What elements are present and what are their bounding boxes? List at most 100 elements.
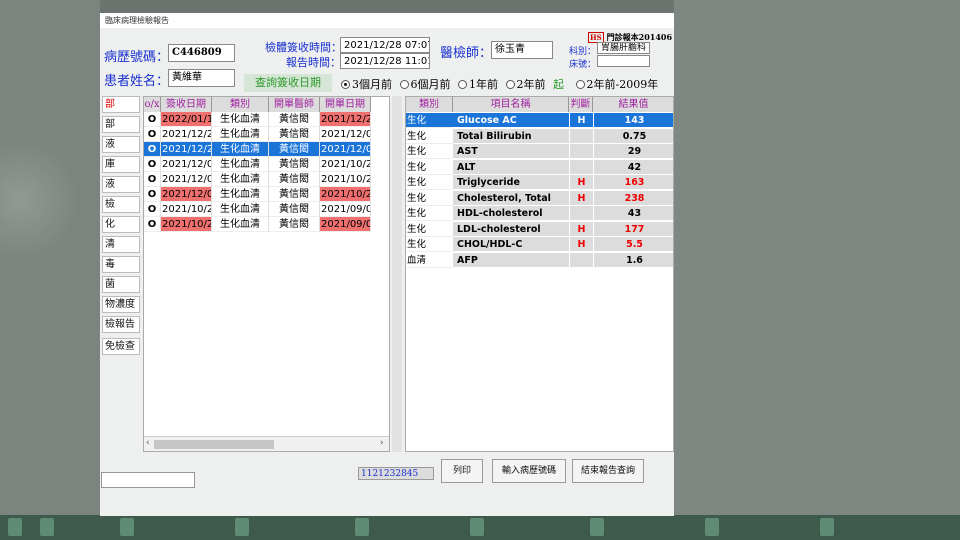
radio-range[interactable]: 2年前-2009年 xyxy=(575,76,658,92)
table-row[interactable]: O2021/12/28生化血清黃信閎2021/12/03 xyxy=(144,142,389,157)
cell-doctor: 黃信閎 xyxy=(269,172,320,187)
result-value: 238 xyxy=(593,190,673,206)
close-report-button[interactable]: 結束報告查詢 xyxy=(572,459,644,483)
category-button[interactable]: 菌 xyxy=(102,276,140,293)
radio-2-years[interactable]: 2年前 xyxy=(505,76,546,92)
cell-ox: O xyxy=(144,157,161,172)
result-name: AFP xyxy=(453,252,569,268)
result-flag xyxy=(569,252,593,268)
col-doctor: 開單醫師 xyxy=(269,97,320,112)
result-row[interactable]: 生化 Total Bilirubin 0.75 xyxy=(406,128,673,145)
category-button[interactable]: 液 xyxy=(102,176,140,193)
cell-ox: O xyxy=(144,187,161,202)
result-table: 類別 項目名稱 判斷 結果值 生化 Glucose AC H 143 生化 Total B… xyxy=(405,96,674,452)
cell-order: 2021/12/03 xyxy=(320,127,371,142)
category-button[interactable]: 部 xyxy=(102,116,140,133)
result-row[interactable]: 生化 HDL-cholesterol 43 xyxy=(406,206,673,222)
category-button[interactable]: 毒 xyxy=(102,256,140,273)
taskbar-app-icon[interactable] xyxy=(590,518,604,536)
scroll-left-icon[interactable]: ‹ xyxy=(146,438,150,448)
result-row[interactable]: 生化 Cholesterol, Total H 238 xyxy=(406,190,673,207)
result-value: 0.75 xyxy=(593,128,673,144)
category-button[interactable]: 化 xyxy=(102,216,140,233)
table-row[interactable]: O2021/12/01生化血清黃信閎2021/10/25 xyxy=(144,172,389,187)
result-flag xyxy=(569,206,593,221)
radio-1-year[interactable]: 1年前 xyxy=(458,76,498,92)
result-row[interactable]: 生化 LDL-cholesterol H 177 xyxy=(406,221,673,238)
result-cat: 生化 xyxy=(406,237,453,252)
cell-ox: O xyxy=(144,202,161,217)
category-button[interactable]: 物濃度 xyxy=(102,296,140,313)
doctor-label: 醫檢師： xyxy=(440,46,493,61)
sample-list-header: o/x 簽收日期 類別 開單醫師 開單日期 xyxy=(144,97,389,112)
cell-receive: 2021/12/28 xyxy=(161,127,212,142)
input-chart-no-button[interactable]: 輸入病歷號碼 xyxy=(492,459,566,483)
lab-report-window: 臨床病理檢驗報告 HS 門診報本201406 病歷號碼： C446809 患者姓名… xyxy=(100,13,674,516)
doctor-field: 徐玉青 xyxy=(491,41,553,59)
taskbar-app-icon[interactable] xyxy=(705,518,719,536)
result-cat: 生化 xyxy=(406,113,453,128)
cell-ox: O xyxy=(144,217,161,232)
table-row[interactable]: O2021/12/01生化血清黃信閎2021/10/25 xyxy=(144,157,389,172)
result-row[interactable]: 生化 CHOL/HDL-C H 5.5 xyxy=(406,237,673,253)
result-flag xyxy=(569,128,593,144)
report-time-field: 2021/12/28 11:01 xyxy=(340,53,430,69)
category-button[interactable]: 免檢查 xyxy=(102,338,140,355)
result-name: LDL-cholesterol xyxy=(453,221,569,237)
result-name: Glucose AC xyxy=(453,113,569,128)
taskbar-app-icon[interactable] xyxy=(8,518,22,536)
cell-ox: O xyxy=(144,172,161,187)
cell-receive: 2021/12/01 xyxy=(161,187,212,202)
result-row[interactable]: 生化 Triglyceride H 163 xyxy=(406,175,673,191)
print-button[interactable]: 列印 xyxy=(441,459,483,483)
category-button[interactable]: 檢 xyxy=(102,196,140,213)
taskbar-app-icon[interactable] xyxy=(470,518,484,536)
cell-ox: O xyxy=(144,127,161,142)
bottom-input-field[interactable] xyxy=(101,472,195,488)
result-name: Triglyceride xyxy=(453,175,569,190)
result-cat: 生化 xyxy=(406,175,453,190)
result-flag: H xyxy=(569,190,593,206)
window-title: 臨床病理檢驗報告 xyxy=(100,13,674,28)
radio-6-months[interactable]: 6個月前 xyxy=(399,76,451,92)
cell-receive: 2022/01/19 xyxy=(161,112,212,127)
query-radio-group: 3個月前 6個月前 1年前 2年前 起 2年前-2009年 xyxy=(341,76,662,92)
taskbar-app-icon[interactable] xyxy=(820,518,834,536)
result-row[interactable]: 血清 AFP 1.6 xyxy=(406,252,673,269)
dept-field: 胃腸肝膽科 xyxy=(597,42,650,54)
chart-no-field[interactable]: C446809 xyxy=(168,44,235,62)
table-row[interactable]: O2022/01/19生化血清黃信閎2021/12/28 xyxy=(144,112,389,127)
radio-dot-icon xyxy=(399,80,409,89)
result-row[interactable]: 生化 Glucose AC H 143 xyxy=(406,113,673,129)
col-result: 結果值 xyxy=(593,97,673,112)
category-button[interactable]: 部 xyxy=(102,96,140,113)
taskbar-app-icon[interactable] xyxy=(40,518,54,536)
taskbar-app-icon[interactable] xyxy=(235,518,249,536)
category-button[interactable]: 液 xyxy=(102,136,140,153)
table-row[interactable]: O2021/12/28生化血清黃信閎2021/12/03 xyxy=(144,127,389,142)
taskbar-app-icon[interactable] xyxy=(355,518,369,536)
cell-doctor: 黃信閎 xyxy=(269,127,320,142)
category-button[interactable]: 庫 xyxy=(102,156,140,173)
panel-divider xyxy=(392,96,402,452)
background-window-left xyxy=(0,0,100,515)
horizontal-scrollbar[interactable]: ‹ › xyxy=(144,436,389,451)
table-row[interactable]: O2021/10/25生化血清黃信閎2021/09/03 xyxy=(144,202,389,217)
radio-dot-icon xyxy=(341,80,350,89)
sample-list-table: o/x 簽收日期 類別 開單醫師 開單日期 O2022/01/19生化血清黃信閎… xyxy=(143,96,390,452)
taskbar-app-icon[interactable] xyxy=(120,518,134,536)
radio-dot-icon xyxy=(505,80,515,89)
category-button[interactable]: 檢報告 xyxy=(102,316,140,333)
category-button[interactable]: 清 xyxy=(102,236,140,253)
cell-receive: 2021/10/25 xyxy=(161,217,212,232)
table-row[interactable]: O2021/10/25生化血清黃信閎2021/09/03 xyxy=(144,217,389,232)
result-row[interactable]: 生化 AST 29 xyxy=(406,144,673,160)
table-row[interactable]: O2021/12/01生化血清黃信閎2021/10/25 xyxy=(144,187,389,202)
scroll-right-icon[interactable]: › xyxy=(380,438,384,448)
radio-3-months[interactable]: 3個月前 xyxy=(341,76,392,92)
cell-receive: 2021/12/01 xyxy=(161,172,212,187)
result-row[interactable]: 生化 ALT 42 xyxy=(406,159,673,176)
bed-field[interactable] xyxy=(597,55,650,67)
result-value: 1.6 xyxy=(593,252,673,268)
scrollbar-thumb[interactable] xyxy=(154,440,274,449)
